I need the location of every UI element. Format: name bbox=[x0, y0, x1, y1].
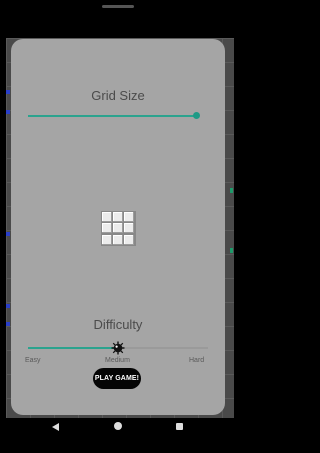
board-marker bbox=[6, 322, 10, 326]
status-bar bbox=[0, 0, 236, 24]
grid-preview bbox=[101, 211, 136, 246]
board-marker bbox=[6, 232, 10, 236]
difficulty-label-easy: Easy bbox=[25, 357, 41, 364]
board-marker bbox=[6, 304, 10, 308]
new-game-dialog: Grid Size Difficulty Easy Medium Hard PL… bbox=[11, 39, 225, 415]
mine-icon[interactable] bbox=[111, 341, 125, 355]
board-marker bbox=[230, 248, 233, 253]
recent-apps-icon[interactable] bbox=[176, 423, 183, 430]
grid-size-slider-thumb[interactable] bbox=[193, 112, 200, 119]
grid-preview-cell bbox=[102, 234, 112, 245]
difficulty-label-medium: Medium bbox=[105, 357, 130, 364]
back-icon[interactable] bbox=[52, 423, 59, 431]
grid-preview-cell bbox=[102, 223, 112, 234]
board-marker bbox=[230, 188, 233, 193]
difficulty-label-hard: Hard bbox=[189, 357, 205, 364]
grid-preview-cell bbox=[124, 223, 134, 234]
grid-preview-cell bbox=[113, 234, 123, 245]
grid-preview-cell bbox=[113, 223, 123, 234]
grid-preview-cell bbox=[102, 212, 112, 222]
earpiece-speaker bbox=[102, 5, 134, 8]
grid-size-title: Grid Size bbox=[91, 88, 145, 103]
difficulty-slider-fill bbox=[28, 347, 118, 349]
grid-size-slider-fill bbox=[28, 115, 196, 117]
board-marker bbox=[6, 90, 10, 94]
difficulty-title: Difficulty bbox=[93, 317, 143, 332]
grid-preview-cell bbox=[124, 212, 134, 222]
home-icon[interactable] bbox=[114, 422, 122, 430]
board-marker bbox=[6, 110, 10, 114]
play-game-button[interactable]: PLAY GAME! bbox=[93, 368, 141, 389]
grid-preview-cell bbox=[113, 212, 123, 222]
grid-preview-cell bbox=[124, 234, 134, 245]
